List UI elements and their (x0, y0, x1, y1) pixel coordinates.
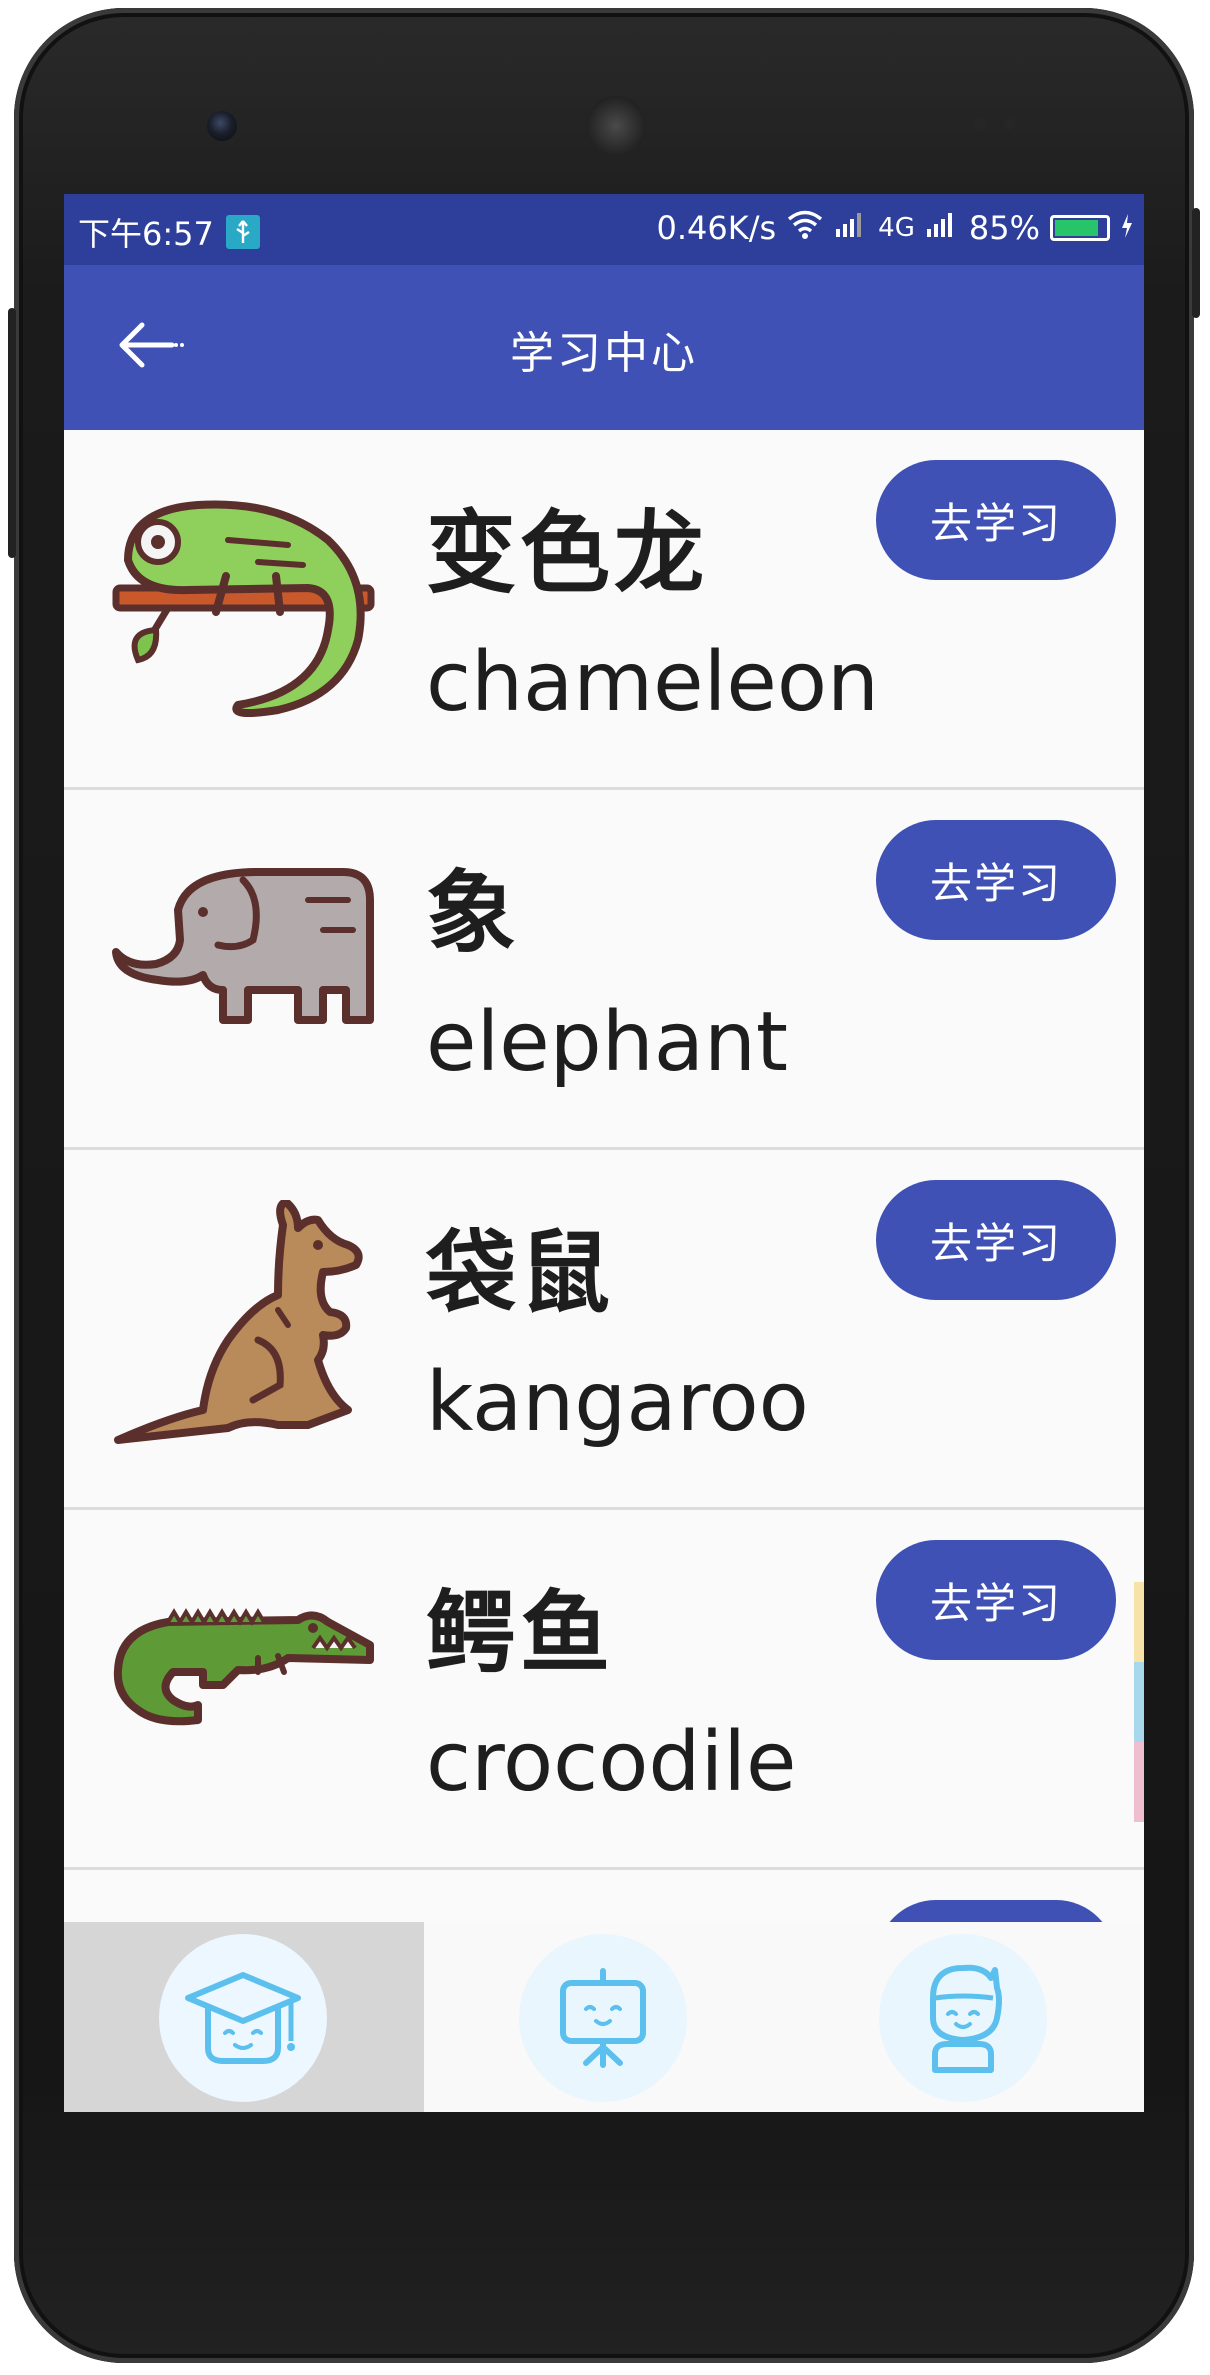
learn-button[interactable]: 去学习 (876, 1180, 1116, 1300)
animal-list: 变色龙 chameleon 去学习 象 elephant 去学习 袋鼠 kang… (64, 430, 1144, 2020)
page-title: 学习中心 (510, 328, 698, 379)
side-strip-pink (1134, 1742, 1144, 1822)
network-type: 4G (878, 213, 915, 243)
animal-name-cn: 袋鼠 (426, 1221, 614, 1326)
animal-name-en: chameleon (426, 635, 880, 730)
app-bar: 学习中心 (64, 265, 1144, 430)
elephant-icon (108, 840, 378, 1090)
animal-name-cn: 变色龙 (426, 501, 708, 606)
status-bar: 下午6:57 0.46K/s 4G 85% (64, 194, 1144, 265)
nav-tab-profile[interactable] (784, 1922, 1144, 2112)
list-item: 鳄鱼 crocodile 去学习 (64, 1510, 1144, 1870)
power-button (1192, 208, 1200, 318)
usb-icon (225, 215, 260, 249)
list-item-partial (64, 1870, 1144, 2020)
animal-name-en: crocodile (426, 1715, 797, 1810)
crocodile-icon (108, 1560, 378, 1810)
status-time: 下午6:57 (78, 215, 214, 253)
battery-icon (1050, 215, 1110, 241)
chameleon-icon (108, 480, 378, 730)
sensor (1004, 118, 1016, 130)
screen: 下午6:57 0.46K/s 4G 85% 学习中心 变色龙 chameleon… (64, 194, 1144, 2112)
side-strip-yellow (1134, 1582, 1144, 1662)
list-item: 象 elephant 去学习 (64, 790, 1144, 1150)
battery-percent: 85% (968, 209, 1040, 247)
graduation-cap-icon (159, 1934, 327, 2102)
list-item: 袋鼠 kangaroo 去学习 (64, 1150, 1144, 1510)
animal-name-cn: 鳄鱼 (426, 1581, 614, 1686)
learn-button[interactable]: 去学习 (876, 460, 1116, 580)
charging-icon (1120, 209, 1134, 247)
side-strip-blue (1134, 1662, 1144, 1742)
sensor (974, 118, 986, 130)
earpiece-speaker (586, 96, 646, 156)
wifi-icon (786, 209, 824, 247)
nav-tab-class[interactable] (424, 1922, 784, 2112)
animal-name-en: kangaroo (426, 1355, 809, 1450)
kangaroo-icon (108, 1198, 378, 1450)
signal-icon (834, 209, 868, 247)
presentation-board-icon (519, 1934, 687, 2102)
animal-name-cn: 象 (426, 861, 520, 966)
volume-button (8, 308, 16, 558)
learn-button[interactable]: 去学习 (876, 1540, 1116, 1660)
network-speed: 0.46K/s (656, 209, 777, 247)
nav-tab-learn[interactable] (64, 1922, 424, 2112)
learn-button[interactable]: 去学习 (876, 820, 1116, 940)
front-camera (207, 111, 237, 141)
list-item: 变色龙 chameleon 去学习 (64, 430, 1144, 790)
user-profile-icon (879, 1934, 1047, 2102)
signal-icon-2 (925, 209, 959, 247)
animal-name-en: elephant (426, 995, 789, 1090)
bottom-navigation (64, 1922, 1144, 2112)
